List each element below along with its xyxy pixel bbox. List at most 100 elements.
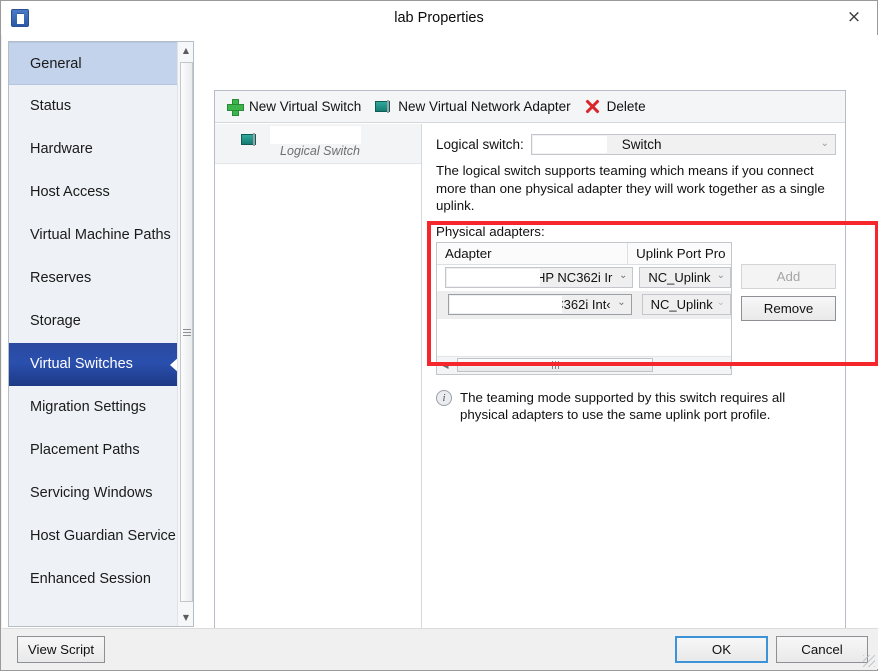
logical-switch-select[interactable]: Switch ⌄: [530, 134, 836, 155]
switch-detail: Logical switch: Switch ⌄ The logical swi…: [423, 124, 846, 635]
title-bar: lab Properties ×: [1, 1, 877, 35]
cancel-button[interactable]: Cancel: [776, 636, 868, 663]
sidebar-scrollbar[interactable]: ▲ ▼: [177, 42, 193, 626]
dialog-footer: View Script OK Cancel: [2, 628, 878, 669]
scroll-down-icon[interactable]: ▼: [178, 609, 193, 626]
sidebar-scrollbar-thumb[interactable]: [180, 62, 193, 602]
new-virtual-network-adapter-button[interactable]: New Virtual Network Adapter: [375, 99, 571, 114]
sidebar-item-status[interactable]: Status: [9, 85, 179, 128]
sidebar-item-label: Host Guardian Service: [30, 528, 176, 544]
sidebar-item-partial[interactable]: [9, 601, 179, 621]
chevron-down-icon: ⌄: [617, 297, 626, 308]
table-row[interactable]: HP NC362i Ir ⌄ NC_Uplink ⌄: [437, 265, 731, 291]
teaming-note: i The teaming mode supported by this swi…: [436, 389, 831, 424]
sidebar-item-host-access[interactable]: Host Access: [9, 171, 179, 214]
adapter-value: HP NC362i Ir: [535, 270, 613, 285]
virtual-switches-pane: New Virtual Switch New Virtual Network A…: [214, 90, 846, 635]
properties-icon: [11, 9, 29, 27]
network-adapter-icon: [375, 100, 391, 113]
scroll-right-icon[interactable]: ▶: [725, 357, 731, 373]
sidebar-item-enhanced-session[interactable]: Enhanced Session: [9, 558, 179, 601]
delete-button[interactable]: Delete: [585, 99, 646, 114]
scrollbar-track[interactable]: [454, 357, 725, 373]
redaction-box: [447, 269, 540, 286]
tree-item-subtitle: Logical Switch: [280, 144, 360, 158]
sidebar-item-label: Reserves: [30, 270, 92, 286]
uplink-value: NC_Uplink: [650, 297, 713, 312]
redaction-box: [450, 296, 562, 313]
sidebar-item-label: Virtual Switches: [30, 356, 133, 372]
chevron-down-icon: ⌄: [716, 270, 725, 281]
logical-switch-label: Logical switch:: [436, 137, 524, 152]
sidebar-item-label: Placement Paths: [30, 442, 140, 458]
chevron-down-icon: ⌄: [618, 270, 628, 281]
sidebar-item-servicing-windows[interactable]: Servicing Windows: [9, 472, 179, 515]
pane-toolbar: New Virtual Switch New Virtual Network A…: [215, 91, 845, 123]
new-virtual-network-adapter-label: New Virtual Network Adapter: [398, 99, 571, 114]
close-icon[interactable]: ×: [831, 1, 877, 33]
logical-switch-row: Logical switch: Switch ⌄: [436, 134, 836, 155]
scroll-up-icon[interactable]: ▲: [178, 42, 193, 59]
physical-adapters-label: Physical adapters:: [436, 223, 545, 239]
sidebar-item-label: Migration Settings: [30, 399, 147, 415]
sidebar-item-label: General: [30, 56, 82, 72]
grid-horizontal-scrollbar[interactable]: ◀ ▶: [437, 355, 731, 374]
physical-adapters-grid[interactable]: Adapter Uplink Port Pro HP NC362i Ir ⌄ N…: [436, 241, 732, 375]
column-header-adapter[interactable]: Adapter: [437, 242, 629, 264]
sidebar-item-migration-settings[interactable]: Migration Settings: [9, 386, 179, 429]
new-virtual-switch-button[interactable]: New Virtual Switch: [227, 99, 362, 116]
info-icon: i: [436, 389, 452, 406]
sidebar-nav: General Status Hardware Host Access Virt…: [9, 42, 180, 621]
ok-button[interactable]: OK: [675, 636, 768, 663]
tree-item-switch[interactable]: Switch Logical Switch: [215, 124, 421, 164]
scroll-left-icon[interactable]: ◀: [437, 357, 454, 373]
teaming-description: The logical switch supports teaming whic…: [436, 163, 825, 213]
physical-adapters-area: Adapter Uplink Port Pro HP NC362i Ir ⌄ N…: [436, 241, 836, 375]
grip-icon: [551, 361, 559, 369]
delete-x-icon: [585, 99, 600, 114]
sidebar-item-label: Status: [30, 98, 72, 114]
switch-tree: Switch Logical Switch: [215, 124, 422, 635]
dialog-body: General Status Hardware Host Access Virt…: [2, 35, 878, 635]
redaction-box: [270, 126, 361, 144]
sidebar: General Status Hardware Host Access Virt…: [8, 41, 194, 627]
sidebar-item-host-guardian-service[interactable]: Host Guardian Service: [9, 515, 179, 558]
scrollbar-thumb[interactable]: [457, 358, 653, 372]
uplink-port-profile-select[interactable]: NC_Uplink ⌄: [639, 267, 731, 288]
sidebar-item-storage[interactable]: Storage: [9, 300, 179, 343]
adapter-select[interactable]: NC362i Int‹ ⌄: [448, 294, 632, 315]
sidebar-item-virtual-switches[interactable]: Virtual Switches: [9, 343, 180, 386]
sidebar-item-label: Storage: [30, 313, 81, 329]
view-script-button[interactable]: View Script: [17, 636, 105, 663]
plus-icon: [227, 99, 244, 116]
sidebar-item-reserves[interactable]: Reserves: [9, 257, 179, 300]
chevron-down-icon: ⌄: [716, 297, 725, 308]
sidebar-item-label: Hardware: [30, 141, 93, 157]
sidebar-item-virtual-machine-paths[interactable]: Virtual Machine Paths: [9, 214, 179, 257]
sidebar-item-label: Servicing Windows: [30, 485, 153, 501]
resize-grip-icon[interactable]: [863, 655, 875, 667]
sidebar-item-label: Host Access: [30, 184, 110, 200]
grid-buttons: Add Remove: [741, 242, 836, 375]
add-button[interactable]: Add: [741, 263, 836, 289]
remove-button[interactable]: Remove: [741, 295, 836, 321]
delete-label: Delete: [606, 99, 646, 114]
properties-dialog: lab Properties × General Status Hardware…: [0, 0, 878, 671]
uplink-port-profile-select[interactable]: NC_Uplink ⌄: [641, 294, 731, 315]
tree-item-name: Switch: [249, 126, 413, 144]
chevron-down-icon: ⌄: [820, 138, 829, 149]
sidebar-item-label: Enhanced Session: [30, 571, 151, 587]
column-header-uplink-port-profile[interactable]: Uplink Port Pro: [628, 243, 731, 264]
sidebar-item-placement-paths[interactable]: Placement Paths: [9, 429, 179, 472]
new-virtual-switch-label: New Virtual Switch: [249, 99, 362, 114]
sidebar-item-hardware[interactable]: Hardware: [9, 128, 179, 171]
adapter-select[interactable]: HP NC362i Ir ⌄: [445, 267, 634, 288]
uplink-value: NC_Uplink: [648, 270, 711, 285]
grid-header: Adapter Uplink Port Pro: [437, 242, 731, 265]
redaction-box: [532, 136, 607, 153]
teaming-note-text: The teaming mode supported by this switc…: [460, 389, 786, 423]
sidebar-item-label: Virtual Machine Paths: [30, 227, 171, 243]
sidebar-item-general[interactable]: General: [9, 42, 179, 85]
table-row[interactable]: NC362i Int‹ ⌄ NC_Uplink ⌄: [437, 290, 731, 319]
grip-icon: [182, 328, 191, 336]
